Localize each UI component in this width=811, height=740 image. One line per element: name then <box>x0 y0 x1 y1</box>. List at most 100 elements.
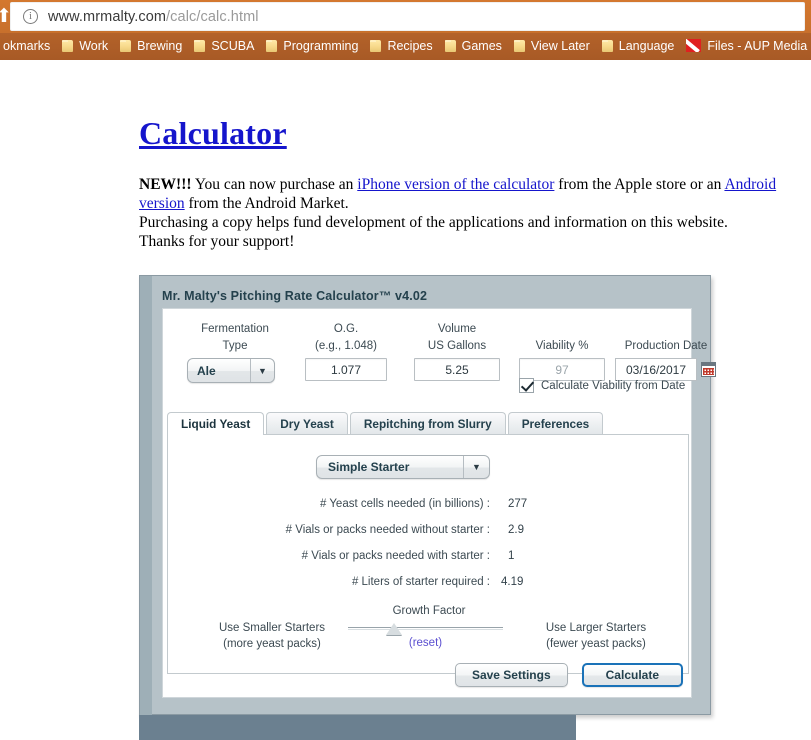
intro-line-2: Purchasing a copy helps fund development… <box>139 214 728 231</box>
growth-factor-slider-thumb[interactable] <box>386 623 402 635</box>
field-label: Fermentation <box>201 323 269 335</box>
browser-chrome: ⬆ i www.mrmalty.com/calc/calc.html okmar… <box>0 0 811 60</box>
tab-label: Repitching from Slurry <box>363 417 492 431</box>
bookmark-item-files-aup-media[interactable]: Files - AUP Media <box>680 33 811 58</box>
result-value: 277 <box>508 498 528 510</box>
new-label: NEW!!! <box>139 176 192 193</box>
folder-icon <box>120 39 132 52</box>
field-label: Production Date <box>624 340 708 352</box>
growth-factor-reset-link[interactable]: (reset) <box>348 637 503 649</box>
og-input[interactable]: 1.077 <box>305 358 387 381</box>
bookmark-label: Language <box>618 38 675 53</box>
calendar-icon[interactable] <box>701 362 716 377</box>
growth-factor-title: Growth Factor <box>392 605 466 617</box>
url-bar-row: ⬆ i www.mrmalty.com/calc/calc.html <box>0 0 811 33</box>
results-list: # Yeast cells needed (in billions) : 277… <box>168 491 690 595</box>
bookmark-item-games[interactable]: Games <box>439 33 508 58</box>
result-row: # Vials or packs needed with starter : 1 <box>168 543 690 569</box>
growth-factor-left-label: Use Smaller Starters (more yeast packs) <box>192 620 352 652</box>
growth-factor-right-line2: (fewer yeast packs) <box>546 638 646 650</box>
tab-label: Preferences <box>521 417 590 431</box>
result-value: 2.9 <box>508 524 524 536</box>
field-label-spacer <box>519 321 605 338</box>
field-viability: Viability % 97 <box>519 321 605 381</box>
volume-input[interactable]: 5.25 <box>414 358 500 381</box>
calculate-button[interactable]: Calculate <box>581 663 683 687</box>
chevron-down-icon[interactable]: ▼ <box>463 456 489 478</box>
url-path: /calc/calc.html <box>166 8 259 25</box>
result-value: 4.19 <box>501 576 524 588</box>
panel-left-shade <box>140 276 152 716</box>
bookmark-item-scuba[interactable]: SCUBA <box>188 33 260 58</box>
tab-preferences[interactable]: Preferences <box>507 412 604 435</box>
field-label: (e.g., 1.048) <box>314 340 377 352</box>
growth-factor-left-line2: (more yeast packs) <box>223 638 321 650</box>
field-og: O.G. (e.g., 1.048) 1.077 <box>293 321 399 381</box>
folder-icon <box>513 39 525 52</box>
folder-icon <box>266 39 278 52</box>
page-viewport: Calculator NEW!!! You can now purchase a… <box>0 60 811 740</box>
page-title[interactable]: Calculator <box>139 115 811 151</box>
address-bar[interactable]: i www.mrmalty.com/calc/calc.html <box>10 2 805 31</box>
dive-flag-icon <box>686 39 702 52</box>
checkmark-icon[interactable] <box>519 378 534 393</box>
growth-factor-left-line1: Use Smaller Starters <box>218 622 326 634</box>
intro-text-1: You can now purchase an <box>191 176 358 193</box>
field-label: Volume <box>437 323 477 335</box>
bookmark-label: View Later <box>530 38 590 53</box>
tab-label: Dry Yeast <box>280 417 334 431</box>
bookmark-label: Files - AUP Media <box>707 38 808 53</box>
field-label: Type <box>222 340 248 352</box>
tab-repitching-from-slurry[interactable]: Repitching from Slurry <box>349 412 506 435</box>
intro-line-3: Thanks for your support! <box>139 233 295 250</box>
field-label-spacer <box>615 321 717 338</box>
folder-icon <box>444 39 456 52</box>
bookmark-label: Brewing <box>137 38 183 53</box>
folder-icon <box>194 39 206 52</box>
field-fermentation-type: Fermentation Type Ale ▼ <box>187 321 283 383</box>
calculator-card: Fermentation Type Ale ▼ O.G. (e.g., 1.04… <box>162 308 716 698</box>
bookmark-item-language[interactable]: Language <box>596 33 681 58</box>
chevron-down-icon[interactable]: ▼ <box>250 359 274 382</box>
url-text: www.mrmalty.com/calc/calc.html <box>48 9 259 25</box>
bookmark-item-view-later[interactable]: View Later <box>508 33 596 58</box>
result-value: 1 <box>508 550 515 562</box>
bookmark-item-bookmarks[interactable]: okmarks <box>0 33 56 58</box>
growth-factor-slider-track[interactable] <box>348 627 503 630</box>
bookmarks-bar: okmarks Work Brewing SCUBA Programming R… <box>0 33 811 58</box>
growth-factor-control: Growth Factor Use Smaller Starters (more… <box>168 605 690 657</box>
tab-dry-yeast[interactable]: Dry Yeast <box>266 412 348 435</box>
bookmark-item-work[interactable]: Work <box>56 33 114 58</box>
result-label: # Vials or packs needed with starter : <box>301 550 490 562</box>
folder-icon <box>62 39 74 52</box>
bookmark-label: Games <box>461 38 502 53</box>
bookmark-label: Programming <box>283 38 359 53</box>
info-circle-icon[interactable]: i <box>23 9 38 24</box>
result-label: # Yeast cells needed (in billions) : <box>319 498 490 510</box>
calculate-viability-checkbox-row[interactable]: Calculate Viability from Date <box>519 378 685 393</box>
save-settings-button[interactable]: Save Settings <box>454 663 568 687</box>
calculate-viability-label: Calculate Viability from Date <box>541 379 686 392</box>
result-label: # Liters of starter required : <box>351 576 490 588</box>
tab-panel-liquid-yeast: Simple Starter ▼ # Yeast cells needed (i… <box>167 434 689 674</box>
bookmark-label: okmarks <box>3 38 51 53</box>
result-row: # Yeast cells needed (in billions) : 277 <box>168 491 690 517</box>
tab-liquid-yeast[interactable]: Liquid Yeast <box>167 412 265 436</box>
result-label: # Vials or packs needed without starter … <box>285 524 490 536</box>
calculator-panel: Mr. Malty's Pitching Rate Calculator™ v4… <box>139 275 716 716</box>
bookmark-item-programming[interactable]: Programming <box>260 33 364 58</box>
starter-type-value: Simple Starter <box>328 460 410 474</box>
calculator-title: Mr. Malty's Pitching Rate Calculator™ v4… <box>162 289 428 303</box>
folder-icon <box>601 39 613 52</box>
bookmark-item-brewing[interactable]: Brewing <box>114 33 188 58</box>
input-fields-row: Fermentation Type Ale ▼ O.G. (e.g., 1.04… <box>163 321 716 397</box>
field-production-date: Production Date 03/16/2017 <box>615 321 717 381</box>
bookmark-label: Recipes <box>387 38 433 53</box>
url-host: www.mrmalty.com <box>48 8 167 25</box>
link-iphone-version[interactable]: iPhone version of the calculator <box>357 176 554 193</box>
tab-bar: Liquid Yeast Dry Yeast Repitching from S… <box>167 411 689 436</box>
starter-type-select[interactable]: Simple Starter ▼ <box>316 455 490 479</box>
fermentation-type-select[interactable]: Ale ▼ <box>187 358 275 383</box>
bookmark-label: Work <box>79 38 109 53</box>
bookmark-item-recipes[interactable]: Recipes <box>364 33 438 58</box>
